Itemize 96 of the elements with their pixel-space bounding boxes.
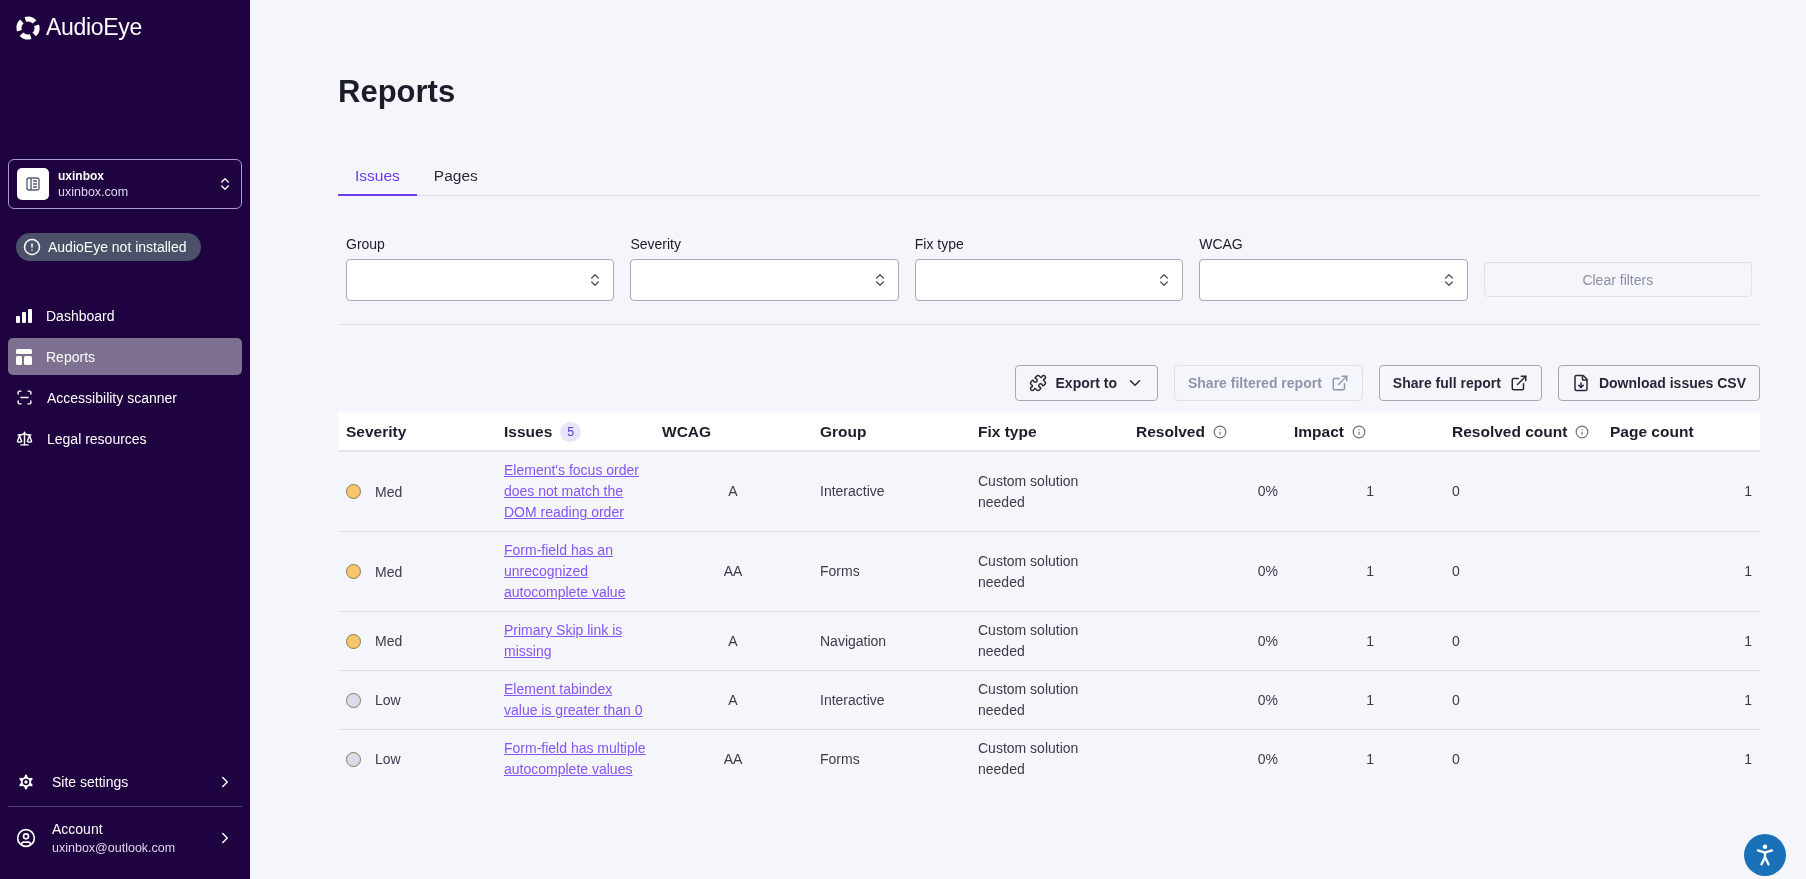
filter-label: Group [346, 236, 386, 252]
nav-item[interactable]: Reports [8, 338, 242, 375]
action-button[interactable]: Download issues CSV [1557, 365, 1760, 401]
table-cell-text: Navigation [819, 631, 888, 651]
nav-item[interactable]: Accessibility scanner [8, 379, 242, 416]
alert-icon [23, 238, 41, 256]
nav-item[interactable]: Dashboard [8, 297, 242, 334]
page-title: Reports [338, 74, 457, 110]
account-email: uxinbox@outlook.com [52, 841, 177, 855]
table-cell-text: 0 [1451, 690, 1461, 710]
table-cell-text: 0 [1451, 749, 1461, 769]
table-cell-text: A [727, 690, 739, 710]
filter-label: Severity [630, 236, 682, 252]
table-cell-text: 0% [1256, 631, 1279, 651]
table-cell-text: Custom solution needed [977, 621, 1080, 661]
site-switcher[interactable]: uxinbox uxinbox.com [8, 159, 242, 209]
issue-link[interactable]: Form-field has multiple autocomplete values [504, 738, 646, 780]
external-link-icon [1330, 374, 1349, 392]
table-cell-text: Interactive [819, 690, 886, 710]
site-settings-link[interactable]: Site settings [8, 762, 242, 802]
column-header: Impact [1294, 422, 1344, 441]
issue-link[interactable]: Element's focus order does not match the DOM reading order [504, 460, 646, 523]
table-cell-text: Interactive [819, 482, 886, 501]
logo-text: AudioEye [46, 14, 143, 41]
site-domain: uxinbox.com [58, 185, 130, 199]
column-header: Page count [1610, 422, 1694, 441]
tab[interactable]: Issues [338, 158, 417, 196]
severity-label: Low [375, 692, 401, 708]
scan-icon [16, 389, 33, 406]
table-cell-text: 0% [1256, 482, 1279, 501]
issue-link[interactable]: Primary Skip link is missing [504, 620, 646, 662]
file-download-icon [1571, 374, 1590, 392]
filter-label: WCAG [1199, 236, 1244, 252]
filter-select[interactable] [1199, 259, 1468, 301]
puzzle-icon [1028, 374, 1047, 392]
filter-select[interactable] [914, 259, 1184, 301]
issue-count-badge: 5 [560, 421, 582, 442]
table-cell-text: 1 [1743, 749, 1753, 769]
severity-label: Low [375, 751, 401, 767]
action-button[interactable]: Export to [1014, 365, 1158, 401]
panel-icon [25, 176, 41, 192]
column-header: WCAG [662, 422, 712, 441]
table-cell-text: 1 [1743, 562, 1753, 581]
logo-icon [16, 15, 40, 40]
column-header: Resolved [1136, 422, 1205, 441]
table-cell-text: Forms [819, 749, 861, 769]
tab[interactable]: Pages [416, 158, 495, 196]
table-cell-text: 1 [1365, 482, 1375, 501]
severity-label: Med [375, 483, 403, 500]
nav-item[interactable]: Legal resources [8, 420, 242, 457]
table-cell-text: AA [722, 749, 744, 769]
table-cell-text: Custom solution needed [977, 471, 1080, 512]
column-header: Issues [504, 422, 553, 441]
severity-label: Med [375, 633, 403, 649]
table-cell-text: AA [722, 562, 744, 581]
table-cell-text: 1 [1365, 631, 1375, 651]
severity-label: Med [375, 563, 403, 580]
column-header: Severity [346, 422, 407, 441]
issue-link[interactable]: Form-field has an unrecognized autocomplete value [504, 540, 646, 603]
table-cell-text: 0 [1451, 631, 1461, 651]
account-label: Account [52, 821, 104, 837]
account-link[interactable]: Account uxinbox@outlook.com [8, 811, 242, 865]
accessibility-button[interactable] [1744, 834, 1786, 876]
table-cell-text: 0% [1256, 690, 1279, 710]
table-cell-text: A [727, 482, 739, 501]
table-cell-text: 0% [1256, 749, 1279, 769]
site-name: uxinbox [58, 169, 105, 183]
user-icon [16, 828, 36, 848]
filter-label: Fix type [914, 236, 965, 252]
column-header: Fix type [978, 422, 1037, 441]
table-cell-text: 0 [1451, 482, 1461, 501]
filter-select[interactable] [346, 259, 615, 301]
table-cell-text: A [727, 631, 739, 651]
table-cell-text: 0% [1256, 562, 1279, 581]
table-cell-text: 1 [1365, 690, 1375, 710]
table-cell-text: 1 [1365, 562, 1375, 581]
table-cell-text: 0 [1451, 562, 1461, 581]
table-cell-text: 1 [1743, 482, 1753, 501]
table-cell-text: Forms [819, 562, 861, 581]
table-cell-text: Custom solution needed [977, 551, 1080, 592]
status-text: AudioEye not installed [48, 239, 187, 255]
bar-chart-icon [16, 308, 32, 323]
table-cell-text: 1 [1743, 631, 1753, 651]
table-cell-text: 1 [1365, 749, 1375, 769]
filter-select[interactable] [630, 259, 899, 301]
table-cell-text: 1 [1743, 690, 1753, 710]
column-header: Resolved count [1452, 422, 1568, 441]
issue-link[interactable]: Element tabindex value is greater than 0 [504, 679, 646, 721]
table-cell-text: Custom solution needed [977, 739, 1080, 779]
action-button[interactable]: Share full report [1378, 365, 1542, 401]
external-link-icon [1509, 374, 1528, 392]
layout-icon [16, 348, 32, 365]
scale-icon [16, 430, 33, 447]
settings-icon [16, 772, 36, 792]
column-header: Group [820, 422, 867, 441]
table-cell-text: Custom solution needed [977, 680, 1080, 720]
